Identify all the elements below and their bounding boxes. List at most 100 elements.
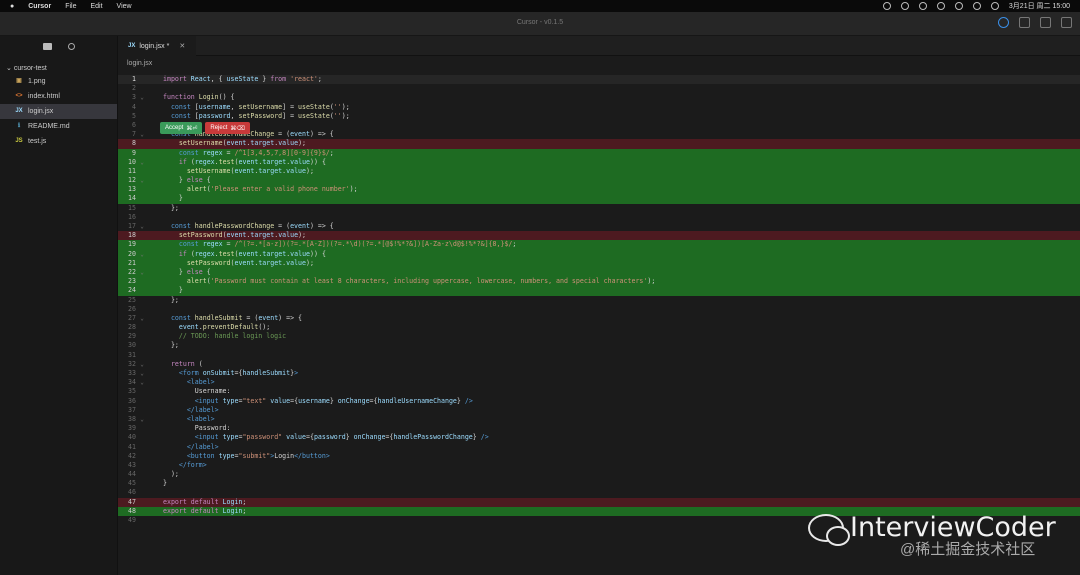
microphone-icon[interactable] xyxy=(936,2,945,10)
code-line[interactable]: 21 setPassword(event.target.value); xyxy=(118,258,1080,268)
code-line[interactable]: 17 ⌄ const handlePasswordChange = (event)… xyxy=(118,222,1080,231)
code-line[interactable]: 6 xyxy=(118,121,1080,130)
code-line[interactable]: 18 setPassword(event.target.value); xyxy=(118,231,1080,241)
code-line[interactable]: 20 ⌄ if (regex.test(event.target.value)) … xyxy=(118,249,1080,259)
code-line[interactable]: 39 Password: xyxy=(118,424,1080,433)
code-line[interactable]: 33 ⌄ <form onSubmit={handleSubmit}> xyxy=(118,369,1080,378)
code-line[interactable]: 41 </label> xyxy=(118,443,1080,452)
record-icon[interactable] xyxy=(900,2,909,10)
code-line[interactable]: 1 import React, { useState } from 'react'… xyxy=(118,75,1080,85)
menu-app-name[interactable]: Cursor xyxy=(28,3,51,10)
explorer-root-folder[interactable]: ⌄ cursor-test xyxy=(0,56,117,74)
code-line[interactable]: 19 const regex = /^(?=.*[a-z])(?=.*[A-Z]… xyxy=(118,240,1080,250)
code-line[interactable]: 11 setUsername(event.target.value); xyxy=(118,166,1080,177)
code-line[interactable]: 31 xyxy=(118,351,1080,360)
code-text: setUsername(event.target.value); xyxy=(146,139,306,148)
code-line[interactable]: 43 </form> xyxy=(118,461,1080,470)
code-line[interactable]: 14 } xyxy=(118,194,1080,204)
fold-chevron-icon[interactable]: ⌄ xyxy=(138,268,146,277)
fold-chevron-icon[interactable]: ⌄ xyxy=(138,369,146,378)
code-token: </label> xyxy=(186,442,219,451)
code-token: regex xyxy=(202,240,223,249)
ai-chat-icon[interactable] xyxy=(998,17,1009,28)
code-token: value xyxy=(290,157,311,166)
fold-chevron-icon[interactable]: ⌄ xyxy=(138,176,146,185)
code-line[interactable]: 25 }; xyxy=(118,296,1080,305)
fold-chevron-icon[interactable]: ⌄ xyxy=(138,360,146,369)
code-line[interactable]: 45} xyxy=(118,479,1080,488)
code-line[interactable]: 37 </label> xyxy=(118,406,1080,415)
file-item[interactable]: ℹ README.md xyxy=(0,119,117,134)
file-item[interactable]: <> index.html xyxy=(0,89,117,104)
menubar-datetime[interactable]: 3月21日 周二 15:00 xyxy=(1009,1,1070,11)
code-line[interactable]: 10 ⌄ if (regex.test(event.target.value)) … xyxy=(118,157,1080,167)
file-item[interactable]: JX login.jsx xyxy=(0,104,117,119)
code-line[interactable]: 5 const [password, setPassword] = useSta… xyxy=(118,112,1080,121)
code-line[interactable]: 12 ⌄ } else { xyxy=(118,176,1080,186)
code-line[interactable]: 44 ); xyxy=(118,470,1080,479)
code-line[interactable]: 32 ⌄ return ( xyxy=(118,360,1080,369)
fold-chevron-icon[interactable]: ⌄ xyxy=(138,93,146,102)
code-line[interactable]: 7 ⌄ const handleUsernameChange = (event) … xyxy=(118,130,1080,139)
code-line[interactable]: 16 xyxy=(118,213,1080,222)
code-line[interactable]: 26 xyxy=(118,305,1080,314)
code-line[interactable]: 8 setUsername(event.target.value); xyxy=(118,139,1080,149)
settings-gear-icon[interactable] xyxy=(1061,17,1072,28)
reject-button[interactable]: Reject ⌘⌫ xyxy=(205,122,250,134)
code-line[interactable]: 46 xyxy=(118,488,1080,497)
location-icon[interactable] xyxy=(882,2,891,10)
emoji-icon[interactable] xyxy=(918,2,927,10)
extensions-icon[interactable] xyxy=(1040,17,1051,28)
code-line[interactable]: 40 <input type="password" value={passwor… xyxy=(118,433,1080,442)
fold-chevron-icon[interactable]: ⌄ xyxy=(138,130,146,139)
code-line[interactable]: 9 const regex = /^1[3,4,5,7,8][0-9]{9}$/… xyxy=(118,148,1080,158)
code-line[interactable]: 3 ⌄ function Login() { xyxy=(118,93,1080,102)
code-line[interactable]: 29 // TODO: handle login logic xyxy=(118,332,1080,341)
code-line[interactable]: 15 }; xyxy=(118,204,1080,213)
fold-chevron-icon[interactable]: ⌄ xyxy=(138,378,146,387)
code-token: } xyxy=(472,433,481,442)
code-line[interactable]: 13 alert('Please enter a valid phone num… xyxy=(118,185,1080,195)
code-line[interactable]: 34 ⌄ <label> xyxy=(118,378,1080,387)
tab-login-jsx[interactable]: JX login.jsx * ✕ xyxy=(118,36,196,56)
wifi-icon[interactable] xyxy=(972,2,981,10)
terminal-icon[interactable] xyxy=(1019,17,1030,28)
code-editor[interactable]: 1 import React, { useState } from 'react'… xyxy=(118,75,1080,575)
code-line[interactable]: 22 ⌄ } else { xyxy=(118,267,1080,278)
wechat-icon[interactable] xyxy=(954,2,963,10)
fold-chevron-icon[interactable]: ⌄ xyxy=(138,250,146,259)
file-item[interactable]: JS test.js xyxy=(0,134,117,149)
fold-chevron-icon[interactable]: ⌄ xyxy=(138,222,146,231)
fold-chevron-icon[interactable]: ⌄ xyxy=(138,158,146,167)
menu-view[interactable]: View xyxy=(117,3,132,10)
line-number: 48 xyxy=(128,506,136,515)
code-line[interactable]: 24 } xyxy=(118,286,1080,296)
code-text: alert('Password must contain at least 8 … xyxy=(146,277,655,286)
code-line[interactable]: 28 event.preventDefault(); xyxy=(118,323,1080,332)
code-line[interactable]: 2 xyxy=(118,84,1080,93)
menu-file[interactable]: File xyxy=(65,3,76,10)
menu-edit[interactable]: Edit xyxy=(90,3,102,10)
accept-button[interactable]: Accept ⌘⏎ xyxy=(160,122,203,134)
code-token: /^1[3,4,5,7,8][0-9]{9}$/ xyxy=(234,148,330,157)
code-line[interactable]: 23 alert('Password must contain at least… xyxy=(118,277,1080,287)
file-item[interactable]: ▣ 1.png xyxy=(0,74,117,89)
code-line[interactable]: 27 ⌄ const handleSubmit = (event) => { xyxy=(118,314,1080,323)
fold-chevron-icon[interactable]: ⌄ xyxy=(138,415,146,424)
code-line[interactable]: 42 <button type="submit">Login</button> xyxy=(118,452,1080,461)
search-icon[interactable] xyxy=(67,42,75,50)
code-line[interactable]: 4 const [username, setUsername] = useSta… xyxy=(118,103,1080,112)
close-tab-icon[interactable]: ✕ xyxy=(179,42,185,50)
battery-icon[interactable] xyxy=(990,2,999,10)
code-line[interactable]: 38 ⌄ <label> xyxy=(118,415,1080,424)
explorer-folder-icon[interactable] xyxy=(42,42,52,50)
code-line[interactable]: 35 Username: xyxy=(118,387,1080,396)
code-token: event xyxy=(178,323,199,332)
code-line[interactable]: 36 <input type="text" value={username} o… xyxy=(118,397,1080,406)
apple-icon[interactable]: ● xyxy=(10,3,14,10)
code-line[interactable]: 30 }; xyxy=(118,341,1080,350)
fold-chevron-icon[interactable]: ⌄ xyxy=(138,314,146,323)
code-line[interactable]: 47 export default Login; xyxy=(118,497,1080,507)
breadcrumb[interactable]: login.jsx xyxy=(127,60,152,67)
